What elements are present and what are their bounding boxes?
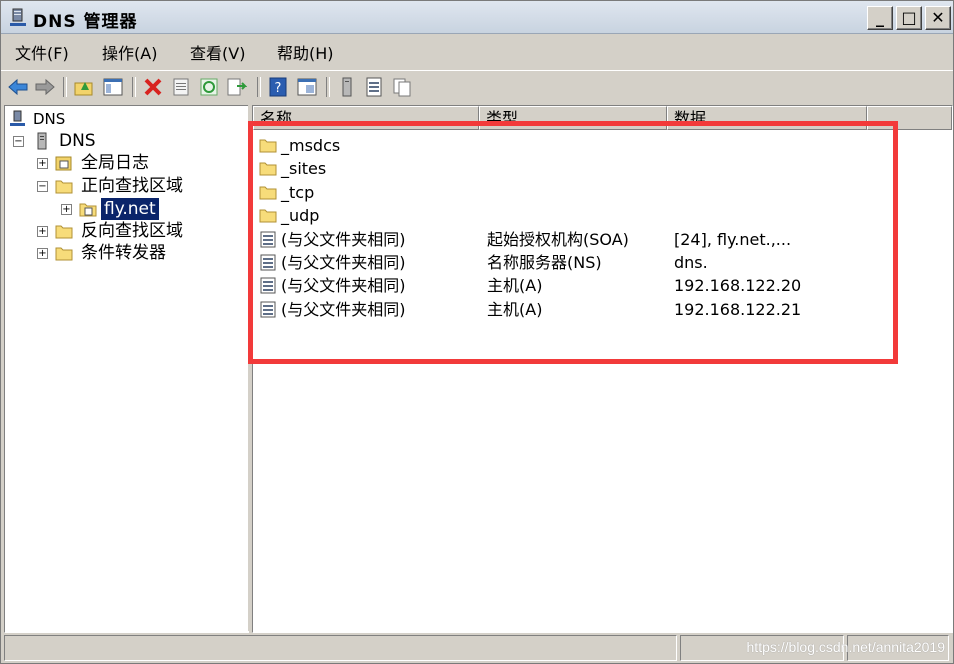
folder-icon [55,180,73,194]
expand-icon[interactable]: + [37,248,48,259]
cell-name: _sites [281,159,327,179]
cell-name: _udp [281,206,320,226]
cell-name: (与父文件夹相同) [281,253,406,272]
column-header-type[interactable]: 类型 [479,106,667,130]
help-icon[interactable]: ? [267,76,289,98]
table-row[interactable]: (与父文件夹相同) 名称服务器(NS) dns. [253,251,952,274]
log-folder-icon [55,156,72,171]
table-row[interactable]: (与父文件夹相同) 主机(A) 192.168.122.21 [253,298,952,321]
table-row[interactable]: (与父文件夹相同) 起始授权机构(SOA) [24], fly.net.,... [253,228,952,251]
up-folder-icon[interactable] [73,76,95,98]
toolbar-separator [132,77,136,97]
menu-file[interactable]: 文件(F) [15,40,69,64]
watermark-text: https://blog.csdn.net/annita2019 [746,639,945,655]
properties-icon[interactable] [170,76,192,98]
folder-icon [259,186,277,200]
export-list-icon[interactable] [225,76,247,98]
zone-icon [79,203,97,217]
table-row[interactable]: _udp [253,204,952,227]
tree-label-global-logs: 全局日志 [81,153,149,173]
cell-name: (与父文件夹相同) [281,299,406,319]
record-icon[interactable] [363,76,385,98]
delete-icon[interactable] [142,76,164,98]
tree-label-conditional-forwarders: 条件转发器 [81,243,166,263]
toolbar-separator [63,77,67,97]
column-header-name[interactable]: 名称 [253,106,479,130]
window-title: DNS 管理器 [33,12,138,32]
column-header-empty [867,106,952,130]
menu-help[interactable]: 帮助(H) [277,40,334,64]
cell-name: _tcp [281,182,315,202]
tree-label-dns-server: DNS [59,131,96,151]
expand-icon[interactable]: + [37,226,48,237]
table-row[interactable]: _msdcs [253,134,952,157]
expand-icon[interactable]: + [61,204,72,215]
status-bar: https://blog.csdn.net/annita2019 [1,633,953,663]
console-tree: DNS − DNS + 全局日志 − 正向查找区域 + fly.net + 反向… [4,105,249,633]
svg-text:?: ? [275,81,282,96]
column-header-data[interactable]: 数据 [667,106,867,130]
record-icon [260,301,276,318]
close-button[interactable]: ✕ [925,6,951,30]
collapse-icon[interactable]: − [13,136,24,147]
status-panel-main [4,635,677,661]
cell-name: _msdcs [281,136,341,155]
console-icon[interactable] [296,76,318,98]
copy-icon[interactable] [391,76,413,98]
cell-type: 起始授权机构(SOA) [487,229,629,249]
table-row[interactable]: _tcp [253,181,952,204]
dns-manager-window: DNS 管理器 _ □ ✕ 文件(F) 操作(A) 查看(V) 帮助(H) ? [0,0,954,664]
cell-name: (与父文件夹相同) [281,276,406,296]
dns-root-icon [10,110,25,126]
cell-data: dns. [674,253,708,272]
cell-data: [24], fly.net.,... [674,229,792,249]
folder-icon [259,162,277,176]
server-icon[interactable] [336,76,358,98]
cell-data: 192.168.122.20 [674,276,802,296]
table-row[interactable]: (与父文件夹相同) 主机(A) 192.168.122.20 [253,274,952,297]
title-bar[interactable]: DNS 管理器 _ □ ✕ [1,1,953,34]
expand-icon[interactable]: + [37,158,48,169]
cell-data: 192.168.122.21 [674,299,802,319]
folder-icon [259,139,277,153]
record-icon [260,231,276,248]
menu-bar: 文件(F) 操作(A) 查看(V) 帮助(H) [1,37,953,65]
toolbar: ? [1,70,953,103]
minimize-button[interactable]: _ [867,6,893,30]
folder-icon [55,225,73,239]
record-icon [260,254,276,271]
show-tree-icon[interactable] [102,76,124,98]
tree-label-dns-root: DNS [33,110,66,128]
tree-label-selected-zone: fly.net [101,198,159,220]
menu-view[interactable]: 查看(V) [190,40,245,64]
tree-label-forward-zones: 正向查找区域 [81,176,183,196]
server-icon [37,132,47,150]
toolbar-separator [326,77,330,97]
folder-icon [55,247,73,261]
dns-server-icon [10,8,26,26]
cell-name: (与父文件夹相同) [281,229,406,249]
table-row[interactable]: _sites [253,157,952,180]
back-arrow-icon[interactable] [7,76,29,98]
menu-action[interactable]: 操作(A) [102,40,157,64]
tree-label-reverse-zones: 反向查找区域 [81,221,183,241]
record-icon [260,277,276,294]
cell-type: 主机(A) [487,299,543,319]
cell-type: 名称服务器(NS) [487,253,602,272]
refresh-icon[interactable] [198,76,220,98]
cell-type: 主机(A) [487,276,543,296]
toolbar-separator [257,77,261,97]
record-list: 名称 类型 数据 _msdcs _sites _tcp _udp (与父文件夹相同) 起始… [252,105,953,633]
collapse-icon[interactable]: − [37,181,48,192]
forward-arrow-icon[interactable] [34,76,56,98]
folder-icon [259,209,277,223]
maximize-button[interactable]: □ [896,6,922,30]
